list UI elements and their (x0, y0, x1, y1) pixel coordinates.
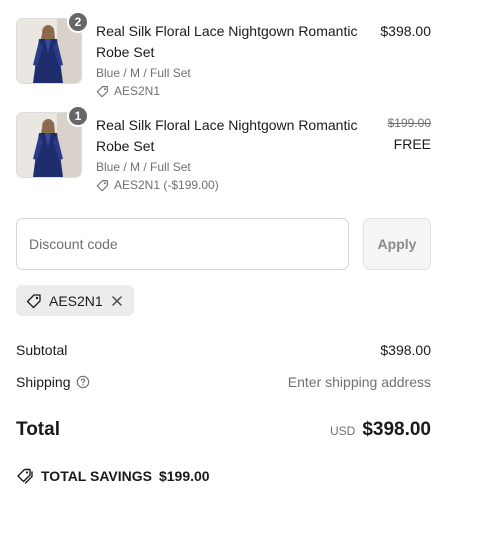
discount-form: Apply (16, 218, 431, 270)
item-info: Real Silk Floral Lace Nightgown Romantic… (96, 21, 371, 99)
item-original-price: $199.00 (387, 116, 431, 130)
product-thumbnail: 2 (16, 11, 89, 84)
item-price: $398.00 (380, 23, 431, 39)
item-info: Real Silk Floral Lace Nightgown Romantic… (96, 115, 371, 193)
savings-value: $199.00 (158, 468, 210, 484)
item-discount: AES2N1 (-$199.00) (96, 178, 371, 193)
total-row: Total USD $398.00 (16, 416, 431, 444)
item-variant: Blue / M / Full Set (96, 66, 191, 80)
item-discount-code: AES2N1 (-$199.00) (114, 178, 219, 192)
currency-code: USD (329, 424, 356, 438)
savings-label: TOTAL SAVINGS (41, 468, 152, 484)
subtotal-row: Subtotal $398.00 (16, 340, 431, 360)
shipping-label: Shipping (16, 374, 71, 390)
item-price: FREE (393, 136, 431, 152)
subtotal-value: $398.00 (380, 342, 431, 358)
shipping-row: Shipping Enter shipping address (16, 372, 431, 392)
quantity-badge: 1 (67, 105, 89, 127)
subtotal-label: Subtotal (16, 342, 68, 358)
product-thumbnail: 1 (16, 105, 89, 178)
tag-icon (26, 293, 41, 308)
applied-discount-chip: AES2N1 (16, 285, 134, 316)
quantity-badge: 2 (67, 11, 89, 33)
close-icon[interactable] (110, 294, 124, 308)
item-variant: Blue / M / Full Set (96, 160, 191, 174)
total-savings: TOTAL SAVINGS $199.00 (16, 467, 210, 485)
item-title: Real Silk Floral Lace Nightgown Romantic… (96, 23, 358, 60)
tag-icon (96, 86, 108, 98)
total-value: $398.00 (362, 419, 431, 440)
item-price-col: $398.00 (380, 21, 431, 42)
tags-icon (17, 468, 33, 484)
discount-code-input[interactable] (16, 218, 349, 270)
shipping-label-group: Shipping (16, 374, 90, 390)
item-price-col: $199.00 FREE (388, 115, 431, 155)
total-label: Total (16, 419, 60, 440)
total-amount: USD $398.00 (330, 419, 431, 441)
apply-button[interactable]: Apply (363, 218, 431, 270)
item-title: Real Silk Floral Lace Nightgown Romantic… (96, 117, 358, 154)
applied-discount-code: AES2N1 (49, 292, 103, 309)
tag-icon (96, 180, 108, 192)
item-discount-code: AES2N1 (114, 84, 161, 98)
item-discount: AES2N1 (96, 84, 371, 99)
shipping-value: Enter shipping address (287, 374, 431, 390)
help-icon[interactable] (76, 375, 90, 389)
